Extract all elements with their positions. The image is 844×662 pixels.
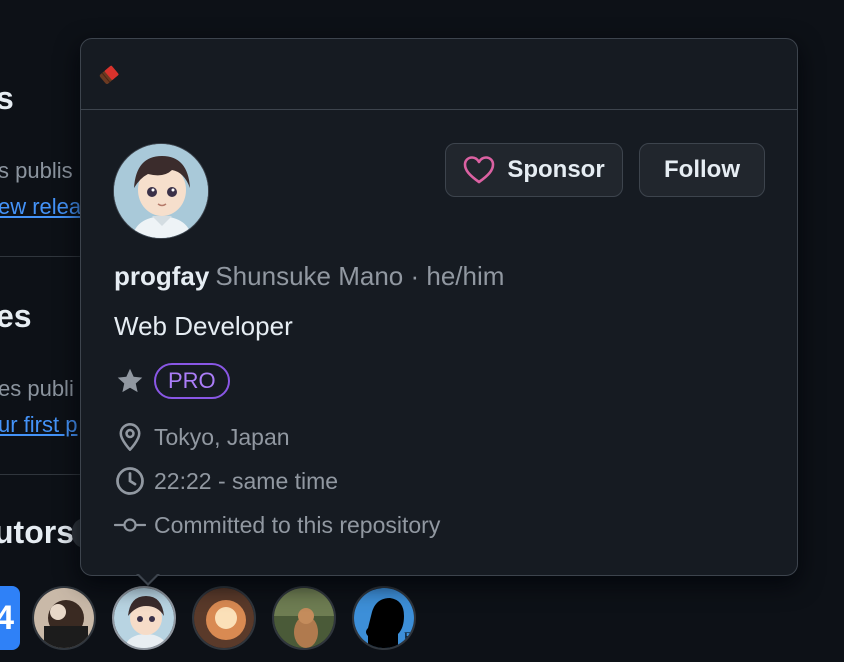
contributor-avatar-partial[interactable]: 4 [0,586,20,650]
publish-package-link[interactable]: ur first p [0,412,77,438]
sponsor-label: Sponsor [507,156,605,183]
svg-text:F: F [404,629,411,643]
user-full-name: Shunsuke Mano · he/him [215,261,505,291]
packages-empty-text: es publi [0,376,74,401]
packages-heading: es [0,298,32,334]
git-commit-icon [114,509,146,541]
chocolate-bar-icon [95,61,123,89]
local-time-text: 22:22 - same time [154,467,339,494]
contributor-avatar[interactable] [32,586,96,650]
location-pin-icon [114,421,146,453]
location-row: Tokyo, Japan [114,421,290,453]
releases-heading: s [0,80,14,116]
divider [0,256,80,257]
releases-empty-text: s publis [0,158,73,183]
contributor-avatar[interactable] [272,586,336,650]
pro-row: PRO [114,363,230,399]
user-bio: Web Developer [114,311,293,341]
commit-row: Committed to this repository [114,509,440,541]
contributor-avatar[interactable]: F [352,586,416,650]
contributor-avatar-progfay[interactable] [112,586,176,650]
local-time-row: 22:22 - same time [114,465,338,497]
contributors-heading[interactable]: utors [0,514,74,551]
clock-icon [114,465,146,497]
star-icon [114,365,146,397]
avatar[interactable] [113,143,209,239]
profile-name-line: progfay Shunsuke Mano · he/him [114,261,504,292]
user-login-link[interactable]: progfay [114,261,209,291]
divider [0,474,80,475]
follow-button[interactable]: Follow [639,143,765,197]
page: s s publis ew relea es es publi ur first… [0,0,844,662]
user-hovercard: Sponsor Follow progfay Shunsuke Mano · he… [80,38,798,576]
follow-label: Follow [664,156,740,183]
sponsor-button[interactable]: Sponsor [445,143,623,197]
contributor-avatar[interactable] [192,586,256,650]
location-text: Tokyo, Japan [154,423,290,450]
hovercard-status-bar [81,39,797,110]
create-release-link[interactable]: ew relea [0,194,81,220]
commit-note-text: Committed to this repository [154,511,441,538]
heart-icon [463,155,495,185]
pro-badge: PRO [154,363,230,399]
hovercard-pointer-fill [138,573,158,583]
